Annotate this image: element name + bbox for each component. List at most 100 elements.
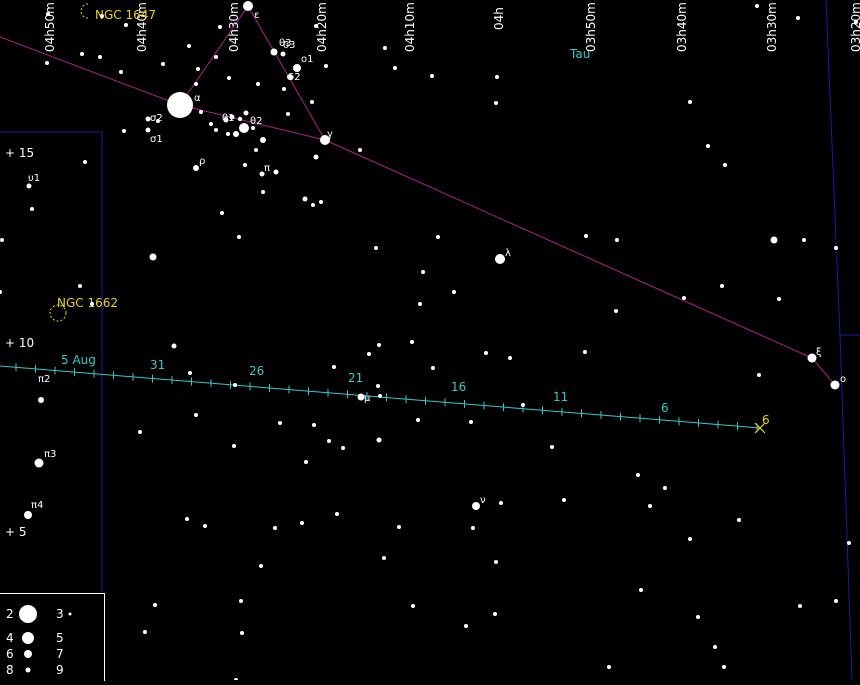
star[interactable]	[0, 238, 4, 242]
star[interactable]	[682, 296, 686, 300]
star[interactable]	[562, 498, 566, 502]
star[interactable]	[80, 52, 84, 56]
star[interactable]	[83, 160, 87, 164]
star[interactable]	[688, 537, 692, 541]
star[interactable]	[187, 44, 191, 48]
star[interactable]	[722, 665, 726, 669]
star[interactable]	[310, 100, 314, 104]
star[interactable]	[584, 234, 588, 238]
star[interactable]	[469, 420, 473, 424]
star[interactable]	[755, 4, 759, 8]
star[interactable]	[319, 200, 323, 204]
star[interactable]	[185, 517, 189, 521]
star[interactable]	[270, 48, 278, 56]
star[interactable]	[260, 137, 266, 143]
star[interactable]	[171, 343, 177, 349]
star[interactable]	[550, 445, 554, 449]
star[interactable]	[834, 246, 838, 250]
star[interactable]	[484, 351, 488, 355]
dso-ngc1662[interactable]: NGC 1662	[49, 296, 118, 322]
star[interactable]	[243, 110, 249, 116]
star[interactable]	[410, 340, 414, 344]
star[interactable]	[188, 371, 192, 375]
star[interactable]	[341, 446, 345, 450]
star[interactable]	[196, 67, 200, 71]
star[interactable]	[508, 356, 512, 360]
star[interactable]	[149, 253, 157, 261]
star[interactable]	[314, 24, 318, 28]
star[interactable]	[259, 564, 263, 568]
star[interactable]	[38, 397, 44, 403]
star[interactable]	[696, 615, 700, 619]
star[interactable]	[377, 343, 381, 347]
star[interactable]	[239, 599, 243, 603]
star[interactable]	[376, 384, 380, 388]
star[interactable]	[261, 190, 265, 194]
star[interactable]	[304, 460, 308, 464]
star[interactable]	[648, 504, 652, 508]
star[interactable]	[802, 238, 806, 242]
star[interactable]	[472, 502, 480, 510]
star[interactable]	[220, 211, 224, 215]
star[interactable]	[521, 403, 525, 407]
star[interactable]	[376, 437, 382, 443]
star[interactable]	[411, 604, 415, 608]
star[interactable]	[493, 612, 497, 616]
star[interactable]	[143, 630, 147, 634]
star[interactable]	[737, 518, 741, 522]
star[interactable]	[688, 100, 692, 104]
star[interactable]	[830, 380, 840, 390]
star[interactable]	[374, 246, 378, 250]
star[interactable]	[607, 665, 611, 669]
star[interactable]	[203, 524, 207, 528]
star[interactable]	[199, 110, 203, 114]
star[interactable]	[418, 302, 422, 306]
star[interactable]	[854, 20, 858, 24]
star[interactable]	[382, 556, 386, 560]
star[interactable]	[273, 169, 279, 175]
stars[interactable]	[0, 1, 858, 680]
star[interactable]	[167, 92, 193, 118]
star[interactable]	[302, 196, 308, 202]
star[interactable]	[153, 603, 157, 607]
star[interactable]	[119, 70, 123, 74]
star[interactable]	[194, 413, 198, 417]
star[interactable]	[293, 64, 301, 72]
star[interactable]	[26, 183, 32, 189]
star[interactable]	[378, 394, 382, 398]
star[interactable]	[280, 51, 286, 57]
star[interactable]	[300, 521, 304, 525]
star[interactable]	[494, 560, 498, 564]
star[interactable]	[471, 526, 475, 530]
star[interactable]	[499, 501, 503, 505]
star[interactable]	[583, 350, 587, 354]
star[interactable]	[332, 365, 336, 369]
star[interactable]	[436, 235, 440, 239]
star[interactable]	[100, 14, 104, 18]
star[interactable]	[161, 62, 165, 66]
star[interactable]	[254, 148, 258, 152]
star[interactable]	[122, 129, 126, 133]
star[interactable]	[327, 439, 331, 443]
star[interactable]	[324, 64, 328, 68]
star[interactable]	[243, 163, 247, 167]
star[interactable]	[452, 290, 456, 294]
star[interactable]	[227, 76, 231, 80]
star[interactable]	[0, 290, 2, 294]
star[interactable]	[723, 163, 727, 167]
star[interactable]	[46, 12, 50, 16]
star[interactable]	[311, 203, 315, 207]
star[interactable]	[239, 123, 249, 133]
star[interactable]	[416, 418, 420, 422]
star[interactable]	[615, 238, 619, 242]
star[interactable]	[847, 541, 851, 545]
star[interactable]	[636, 473, 640, 477]
star[interactable]	[393, 66, 397, 70]
star[interactable]	[335, 512, 339, 516]
star[interactable]	[138, 430, 142, 434]
star[interactable]	[34, 458, 44, 468]
star[interactable]	[45, 61, 49, 65]
star[interactable]	[78, 284, 82, 288]
star[interactable]	[720, 284, 724, 288]
star[interactable]	[218, 25, 222, 29]
